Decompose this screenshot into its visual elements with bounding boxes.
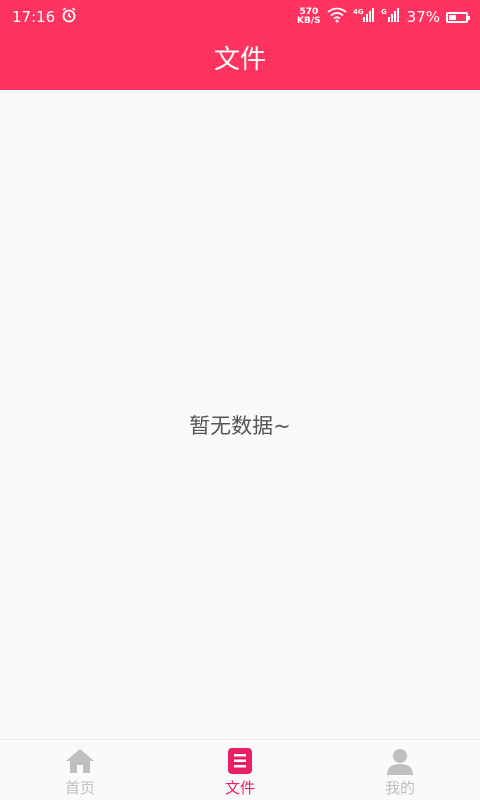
network-speed-unit: KB/S	[297, 16, 321, 26]
status-bar: 17:16 570 KB/S 4G G 37%	[0, 0, 480, 34]
status-right: 570 KB/S 4G G 37%	[297, 7, 470, 27]
home-icon	[65, 747, 95, 775]
network-speed: 570 KB/S	[297, 8, 321, 26]
signal-4g-icon: 4G	[353, 7, 375, 27]
svg-text:G: G	[381, 8, 387, 16]
tab-profile[interactable]: 我的	[320, 740, 480, 800]
file-list-icon	[225, 747, 255, 775]
tab-profile-label: 我的	[384, 779, 415, 797]
alarm-icon	[61, 7, 77, 27]
status-time: 17:16	[12, 8, 56, 26]
tab-home[interactable]: 首页	[0, 740, 160, 800]
tab-home-label: 首页	[64, 779, 95, 797]
empty-state-message: 暂无数据~	[189, 414, 291, 438]
status-left: 17:16	[12, 7, 77, 27]
battery-icon	[446, 11, 470, 23]
battery-level	[449, 14, 456, 20]
page-title: 文件	[213, 45, 266, 75]
app-header: 17:16 570 KB/S 4G G 37% 文件	[0, 0, 480, 90]
tab-files-label: 文件	[224, 779, 255, 797]
bottom-tab-bar: 首页 文件 我的	[0, 739, 480, 800]
wifi-icon	[327, 7, 347, 27]
signal-g-icon: G	[381, 7, 401, 27]
profile-icon	[385, 747, 415, 775]
svg-text:4G: 4G	[353, 8, 364, 16]
tab-files[interactable]: 文件	[160, 740, 320, 800]
battery-percent: 37%	[406, 8, 440, 26]
